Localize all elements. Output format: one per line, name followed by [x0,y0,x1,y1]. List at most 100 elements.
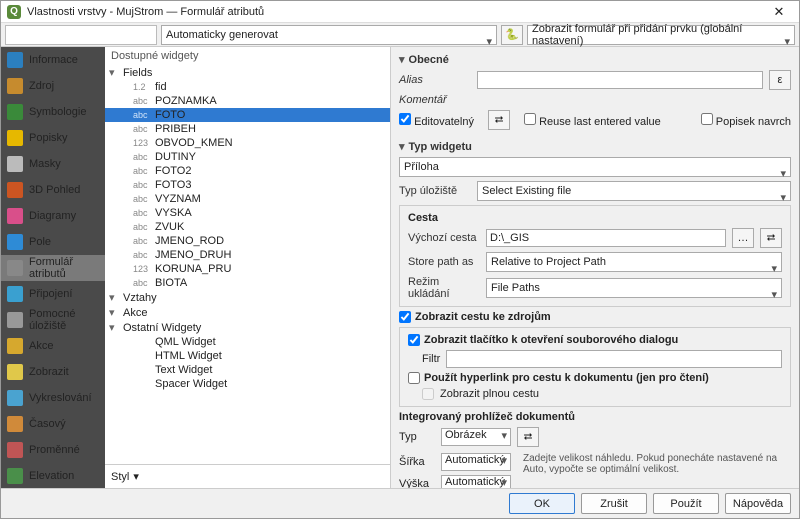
tree-field[interactable]: abcPRIBEH [105,122,390,136]
tree-field[interactable]: abcFOTO [105,108,390,122]
field-name: VYSKA [155,207,192,219]
tree-field[interactable]: abcJMENO_ROD [105,234,390,248]
tree-field[interactable]: abcFOTO2 [105,164,390,178]
sidebar-label: Pomocné úložiště [29,308,99,332]
cancel-button[interactable]: Zrušit [581,493,647,514]
override-icon[interactable]: ⮂ [488,110,510,130]
sidebar-icon [7,52,23,68]
tree-field[interactable]: 123 KORUNA_PRU [105,262,390,276]
tree-group[interactable]: Akce [105,305,390,320]
form-mode-combo[interactable]: Automaticky generovat [161,25,497,45]
field-name: KORUNA_PRU [155,263,231,275]
widget-type-combo[interactable]: Příloha [399,157,791,177]
expression-icon[interactable]: ε [769,70,791,90]
tree-group[interactable]: Vztahy [105,290,390,305]
apply-button[interactable]: Použít [653,493,719,514]
storage-type-combo[interactable]: Select Existing file [477,181,791,201]
sidebar-icon [7,390,23,406]
sidebar-item-popisky[interactable]: Popisky [1,125,105,151]
show-path-check[interactable]: Zobrazit cestu ke zdrojům [399,309,791,325]
sidebar-item-připojení[interactable]: Připojení [1,281,105,307]
field-type-icon: abc [133,110,151,120]
tree-field[interactable]: abcVYSKA [105,206,390,220]
browse-icon[interactable]: … [732,228,754,248]
reuse-check[interactable]: Reuse last entered value [524,113,661,128]
store-as-combo[interactable]: Relative to Project Path [486,252,782,272]
ok-button[interactable]: OK [509,493,575,514]
sidebar-item-zdroj[interactable]: Zdroj [1,73,105,99]
sidebar-label: Vykreslování [29,392,92,404]
tree-field[interactable]: 1.2fid [105,80,390,94]
tree-field[interactable]: abcVYZNAM [105,192,390,206]
field-type-icon: 123 [133,138,151,148]
widgets-tree[interactable]: Fields1.2fidabcPOZNAMKAabcFOTOabcPRIBEH1… [105,65,390,464]
general-header[interactable]: Obecné [399,51,791,68]
sidebar-item-informace[interactable]: Informace [1,47,105,73]
override-path-icon[interactable]: ⮂ [760,228,782,248]
sidebar-icon [7,182,23,198]
window-title: Vlastnosti vrstvy - MujStrom — Formulář … [27,6,765,18]
show-form-combo[interactable]: Zobrazit formulář při přidání prvku (glo… [527,25,795,45]
hyperlink-check[interactable]: Použít hyperlink pro cestu k dokumentu (… [408,370,782,386]
editable-check[interactable]: Editovatelný [399,113,474,128]
sidebar-icon [7,208,23,224]
sidebar-icon [7,364,23,380]
viewer-override-icon[interactable]: ⮂ [517,427,539,447]
height-spin[interactable]: Automatický [441,475,511,488]
field-type-icon: 123 [133,264,151,274]
field-name: QML Widget [155,336,216,348]
tree-field[interactable]: abcJMENO_DRUH [105,248,390,262]
alias-input[interactable] [477,71,763,89]
viewer-type-combo[interactable]: Obrázek [441,428,511,446]
tree-field[interactable]: abcFOTO3 [105,178,390,192]
sidebar-item-pole[interactable]: Pole [1,229,105,255]
filter-label: Filtr [422,353,440,365]
sidebar-item-elevation[interactable]: Elevation [1,463,105,488]
help-button[interactable]: Nápověda [725,493,791,514]
tree-field[interactable]: Text Widget [105,363,390,377]
sidebar-item-formulář atributů[interactable]: Formulář atributů [1,255,105,281]
viewer-header: Integrovaný prohlížeč dokumentů [399,409,791,425]
save-mode-combo[interactable]: File Paths [486,278,782,298]
sidebar-item-akce[interactable]: Akce [1,333,105,359]
field-type-icon: abc [133,278,151,288]
sidebar-item-zobrazit[interactable]: Zobrazit [1,359,105,385]
field-type-icon: abc [133,250,151,260]
sidebar-label: Připojení [29,288,72,300]
sidebar-item-vykreslování[interactable]: Vykreslování [1,385,105,411]
sidebar-item-proměnné[interactable]: Proměnné [1,437,105,463]
tree-field[interactable]: Spacer Widget [105,377,390,391]
sidebar-item-časový[interactable]: Časový [1,411,105,437]
sidebar-item-pomocné úložiště[interactable]: Pomocné úložiště [1,307,105,333]
sidebar-item-diagramy[interactable]: Diagramy [1,203,105,229]
width-spin[interactable]: Automatický [441,453,511,471]
sidebar-icon [7,468,23,484]
field-name: HTML Widget [155,350,222,362]
field-type-icon: abc [133,236,151,246]
filter-input[interactable] [446,350,782,368]
group-widget-type: Typ widgetu Příloha Typ úložiště Select … [399,138,791,488]
app-icon: Q [7,5,21,19]
python-icon[interactable]: 🐍 [501,25,523,45]
show-button-check[interactable]: Zobrazit tlačítko k otevření souborového… [408,332,782,348]
tree-field[interactable]: abcPOZNAMKA [105,94,390,108]
tree-field[interactable]: abcZVUK [105,220,390,234]
default-path-input[interactable] [486,229,726,247]
show-form-label: Zobrazit formulář při přidání prvku (glo… [532,23,790,47]
label-on-top-check[interactable]: Popisek navrch [701,113,791,128]
sidebar-item-symbologie[interactable]: Symbologie [1,99,105,125]
sidebar-item-3d pohled[interactable]: 3D Pohled [1,177,105,203]
tree-field[interactable]: abcDUTINY [105,150,390,164]
sidebar-search-input[interactable] [5,25,157,45]
tree-field[interactable]: QML Widget [105,335,390,349]
tree-field[interactable]: abcBIOTA [105,276,390,290]
tree-group[interactable]: Ostatní Widgety [105,320,390,335]
tree-field[interactable]: HTML Widget [105,349,390,363]
widget-type-header[interactable]: Typ widgetu [399,138,791,155]
close-icon[interactable]: ✕ [765,4,793,20]
tree-field[interactable]: 123OBVOD_KMEN [105,136,390,150]
style-dropdown-icon[interactable]: ▾ [133,470,139,483]
tree-group[interactable]: Fields [105,65,390,80]
field-type-icon: abc [133,124,151,134]
sidebar-item-masky[interactable]: Masky [1,151,105,177]
